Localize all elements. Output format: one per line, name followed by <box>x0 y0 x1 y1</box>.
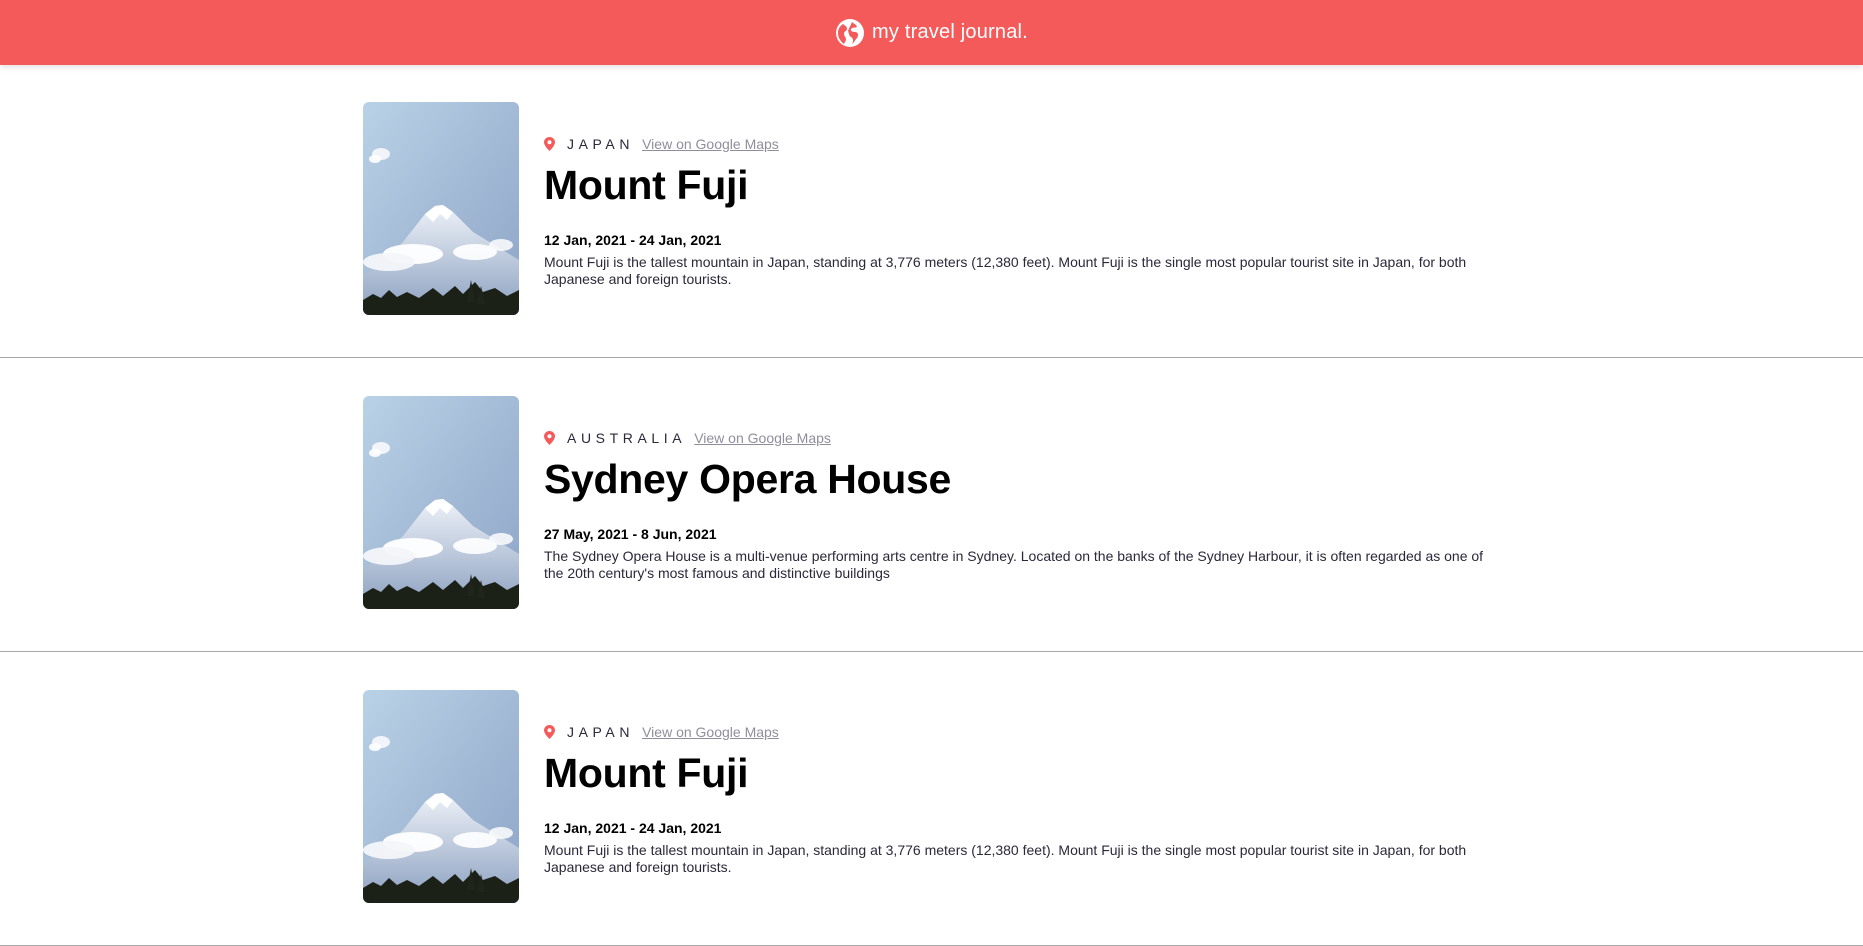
entry-title: Sydney Opera House <box>544 456 952 502</box>
entry-dates: 27 May, 2021 - 8 Jun, 2021 <box>544 526 717 542</box>
location-pin-icon <box>544 725 555 739</box>
location-row: AUSTRALIA View on Google Maps <box>544 428 1504 448</box>
location-row: JAPAN View on Google Maps <box>544 722 1504 742</box>
entry-description: The Sydney Opera House is a multi-venue … <box>544 548 1484 581</box>
entry-photo <box>363 690 519 903</box>
google-maps-link[interactable]: View on Google Maps <box>642 136 779 152</box>
entry-title: Mount Fuji <box>544 750 749 796</box>
journal-entry: AUSTRALIA View on Google Maps Sydney Ope… <box>0 359 1863 652</box>
header-brand: my travel journal. <box>835 18 1028 48</box>
entry-photo <box>363 102 519 315</box>
entry-dates: 12 Jan, 2021 - 24 Jan, 2021 <box>544 232 722 248</box>
google-maps-link[interactable]: View on Google Maps <box>694 430 831 446</box>
journal-entry: JAPAN View on Google Maps Mount Fuji 12 … <box>0 653 1863 946</box>
app-title: my travel journal. <box>872 21 1028 43</box>
globe-icon <box>836 18 865 47</box>
location-row: JAPAN View on Google Maps <box>544 134 1504 154</box>
journal-entry: JAPAN View on Google Maps Mount Fuji 12 … <box>0 65 1863 358</box>
location-pin-icon <box>544 431 555 445</box>
location-pin-icon <box>544 137 555 151</box>
entry-dates: 12 Jan, 2021 - 24 Jan, 2021 <box>544 820 722 836</box>
entry-country: AUSTRALIA <box>567 430 687 446</box>
google-maps-link[interactable]: View on Google Maps <box>642 724 779 740</box>
entry-description: Mount Fuji is the tallest mountain in Ja… <box>544 842 1467 875</box>
entry-info: JAPAN View on Google Maps Mount Fuji 12 … <box>544 722 1504 876</box>
entry-description: Mount Fuji is the tallest mountain in Ja… <box>544 254 1467 287</box>
entry-photo <box>363 396 519 609</box>
header-bar: my travel journal. <box>0 0 1863 65</box>
entry-country: JAPAN <box>567 724 635 740</box>
entry-title: Mount Fuji <box>544 162 749 208</box>
entry-info: JAPAN View on Google Maps Mount Fuji 12 … <box>544 134 1504 288</box>
entry-info: AUSTRALIA View on Google Maps Sydney Ope… <box>544 428 1504 582</box>
entry-country: JAPAN <box>567 136 635 152</box>
